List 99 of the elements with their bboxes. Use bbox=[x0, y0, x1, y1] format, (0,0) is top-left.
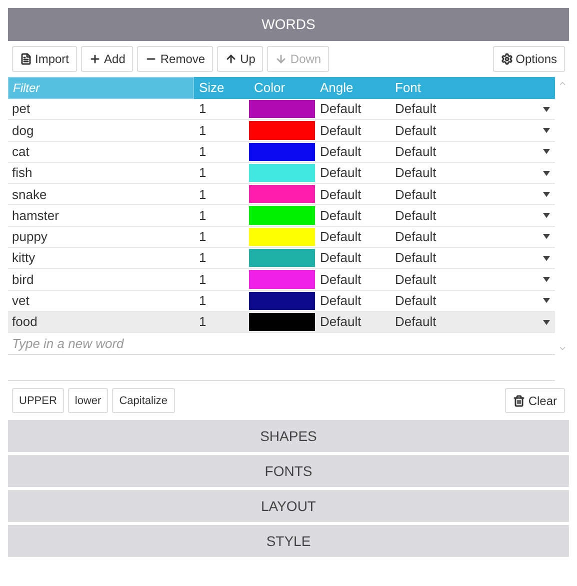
table-cell-text: Default bbox=[395, 100, 436, 118]
table-cell-text: puppy bbox=[11, 228, 48, 246]
down-arrow-icon bbox=[275, 53, 288, 65]
case-button[interactable]: Capitalize bbox=[112, 388, 175, 414]
table-row[interactable]: fish 1 Default Default bbox=[8, 162, 555, 184]
table-cell-text: vet bbox=[11, 292, 30, 310]
plus-icon bbox=[89, 53, 102, 65]
table-row[interactable]: cat 1 Default Default bbox=[8, 142, 555, 163]
section-header[interactable]: LAYOUT bbox=[8, 490, 569, 522]
table-cell-text: 1 bbox=[198, 164, 208, 182]
toolbar-button[interactable]: Up bbox=[217, 46, 264, 72]
table-row[interactable]: puppy 1 Default Default bbox=[8, 226, 555, 248]
table-row[interactable]: hamster 1 Default Default bbox=[8, 205, 555, 227]
table-row[interactable]: snake 1 Default Default bbox=[8, 184, 555, 206]
dropdown-caret-icon[interactable] bbox=[543, 128, 550, 133]
section-header[interactable]: SHAPES bbox=[8, 420, 569, 452]
table-cell-text: Default bbox=[319, 292, 362, 310]
table-cell-text: Default bbox=[395, 313, 436, 332]
table-cell-text: 1 bbox=[198, 142, 208, 161]
table-cell-text: pet bbox=[11, 100, 32, 118]
dropdown-caret-icon[interactable] bbox=[543, 170, 550, 176]
table-cell-text: Default bbox=[395, 249, 436, 268]
table-cell-text: Default bbox=[395, 142, 436, 161]
table-cell-text: 1 bbox=[198, 270, 208, 289]
toolbar-button[interactable]: Add bbox=[81, 46, 134, 72]
document-icon bbox=[20, 53, 32, 65]
table-cell-text: 1 bbox=[198, 206, 208, 225]
table-cell-text: Default bbox=[395, 228, 436, 246]
color-swatch[interactable] bbox=[249, 185, 315, 204]
color-swatch[interactable] bbox=[249, 121, 315, 140]
options-button[interactable]: Options bbox=[492, 46, 565, 72]
table-cell-text: Default bbox=[319, 249, 362, 268]
table-row[interactable]: pet 1 Default Default bbox=[8, 99, 555, 120]
table-cell-text: Default bbox=[319, 186, 362, 204]
trash-icon bbox=[513, 394, 526, 407]
table-cell-text: 1 bbox=[198, 249, 208, 268]
table-cell-text: Default bbox=[319, 313, 362, 332]
dropdown-caret-icon[interactable] bbox=[543, 320, 550, 325]
dropdown-caret-icon[interactable] bbox=[543, 149, 550, 154]
table-cell-text: snake bbox=[11, 186, 48, 204]
table-cell-text: Default bbox=[395, 164, 436, 182]
color-swatch[interactable] bbox=[249, 249, 315, 268]
table-cell-text: Default bbox=[395, 122, 436, 140]
table-cell-text: 1 bbox=[198, 186, 208, 204]
table-row[interactable]: food 1 Default Default bbox=[8, 312, 555, 334]
dropdown-caret-icon[interactable] bbox=[543, 192, 550, 197]
color-swatch[interactable] bbox=[249, 312, 315, 332]
table-cell-text: food bbox=[11, 313, 38, 332]
table-cell-text: Default bbox=[319, 142, 362, 161]
table-cell-text: Default bbox=[395, 292, 436, 310]
color-swatch[interactable] bbox=[249, 292, 315, 310]
table-cell-text: dog bbox=[11, 122, 35, 140]
table-cell-text: 1 bbox=[198, 313, 208, 332]
dropdown-caret-icon[interactable] bbox=[543, 234, 550, 240]
table-cell-text: Default bbox=[319, 164, 362, 182]
table-row[interactable]: vet 1 Default Default bbox=[8, 290, 555, 312]
table-cell-text: 1 bbox=[198, 292, 208, 310]
table-cell-text: kitty bbox=[11, 249, 36, 268]
table-cell-text: 1 bbox=[198, 122, 208, 140]
table-cell-text: Default bbox=[395, 186, 436, 204]
table-row[interactable]: kitty 1 Default Default bbox=[8, 248, 555, 270]
table-cell-text: Default bbox=[395, 206, 436, 225]
table-cell-text: Default bbox=[319, 100, 362, 118]
table-cell-text: bird bbox=[11, 270, 35, 289]
case-button[interactable]: lower bbox=[68, 388, 108, 414]
color-swatch[interactable] bbox=[249, 270, 315, 289]
section-header[interactable]: STYLE bbox=[8, 525, 569, 558]
table-cell-text: Default bbox=[319, 206, 362, 225]
dropdown-caret-icon[interactable] bbox=[543, 106, 550, 112]
table-cell-text: Default bbox=[395, 270, 436, 289]
color-swatch[interactable] bbox=[249, 142, 315, 161]
table-cell-text: Default bbox=[319, 270, 362, 289]
table-cell-text: Default bbox=[319, 122, 362, 140]
toolbar-button[interactable]: Import bbox=[12, 46, 78, 72]
settings-icon bbox=[500, 53, 513, 65]
table-cell-text: fish bbox=[11, 164, 34, 182]
color-swatch[interactable] bbox=[249, 206, 315, 225]
up-arrow-icon bbox=[225, 53, 238, 65]
table-cell-text: Default bbox=[319, 228, 362, 246]
table-cell-text: 1 bbox=[198, 228, 208, 246]
section-header[interactable]: FONTS bbox=[8, 455, 569, 488]
new-word-field[interactable]: Type in a new word bbox=[8, 333, 555, 356]
clear-button[interactable]: Clear bbox=[505, 388, 565, 414]
table-row[interactable]: dog 1 Default Default bbox=[8, 120, 555, 142]
table-cell-text: 1 bbox=[198, 100, 208, 118]
table-cell-text: cat bbox=[11, 142, 30, 161]
table-row[interactable]: bird 1 Default Default bbox=[8, 269, 555, 291]
filter-field[interactable]: Filter bbox=[8, 77, 194, 99]
dropdown-caret-icon[interactable] bbox=[543, 298, 550, 304]
color-swatch[interactable] bbox=[249, 164, 315, 182]
case-button[interactable]: UPPER bbox=[12, 388, 64, 414]
table-cell-text: hamster bbox=[11, 206, 60, 225]
toolbar-button[interactable]: Remove bbox=[137, 46, 214, 72]
dropdown-caret-icon[interactable] bbox=[543, 277, 550, 282]
dropdown-caret-icon[interactable] bbox=[543, 213, 550, 218]
panel-header[interactable]: WORDS bbox=[8, 8, 569, 41]
dropdown-caret-icon[interactable] bbox=[543, 256, 550, 261]
color-swatch[interactable] bbox=[249, 228, 315, 246]
color-swatch[interactable] bbox=[249, 100, 315, 118]
